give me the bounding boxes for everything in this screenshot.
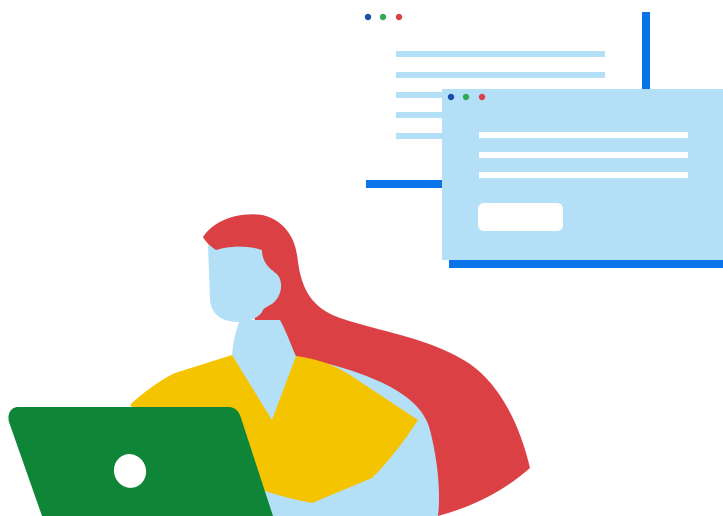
- laptop-icon: [8, 407, 273, 516]
- close-dot-icon: [447, 93, 455, 101]
- maximize-dot-icon: [478, 93, 486, 101]
- text-line: [479, 132, 688, 138]
- maximize-dot-icon: [395, 13, 403, 21]
- minimize-dot-icon: [379, 13, 387, 21]
- minimize-dot-icon: [462, 93, 470, 101]
- text-line: [479, 152, 688, 158]
- illustration-svg: [8, 12, 723, 516]
- back-window-bottom-accent: [366, 180, 446, 188]
- back-window-controls: [364, 13, 403, 21]
- illustration-scene: [0, 0, 723, 516]
- front-window-button: [478, 203, 563, 231]
- text-line: [396, 72, 605, 78]
- text-line: [479, 172, 688, 178]
- back-window-right-accent: [642, 12, 650, 90]
- front-window-bottom-accent: [449, 260, 723, 268]
- text-line: [396, 51, 605, 57]
- front-browser-window: [442, 89, 723, 268]
- close-dot-icon: [364, 13, 372, 21]
